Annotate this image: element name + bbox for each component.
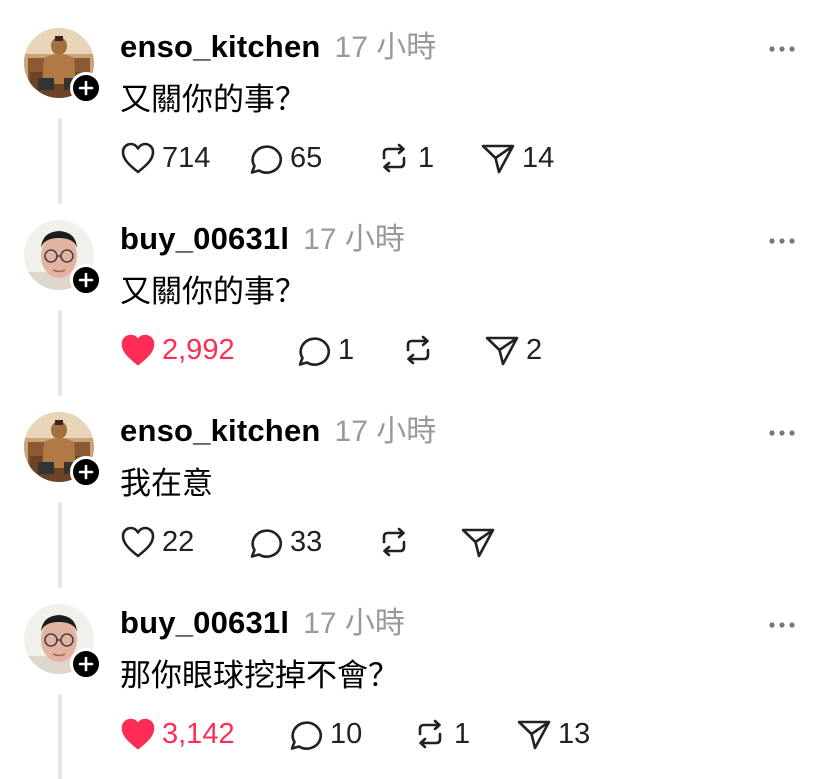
thread-post: buy_00631l 17 小時那你眼球挖掉不會？ 3,142 10 1 13	[0, 576, 828, 779]
like-button[interactable]: 22	[120, 522, 248, 562]
post-header: enso_kitchen 17 小時	[120, 406, 436, 450]
heart-icon	[120, 141, 156, 175]
comment-count: 1	[338, 333, 355, 366]
share-button[interactable]	[460, 522, 540, 562]
heart-filled-icon	[120, 333, 156, 367]
share-count: 13	[558, 717, 591, 750]
follow-plus-icon[interactable]	[70, 264, 102, 296]
thread-feed: enso_kitchen 17 小時 又關你的事？ 714 65 1 14 buy_00631…	[0, 0, 828, 779]
timestamp: 17 小時	[334, 31, 437, 64]
repost-button[interactable]: 1	[412, 714, 516, 754]
post-header: buy_00631l 17 小時	[120, 598, 405, 642]
like-button[interactable]: 2,992	[120, 330, 296, 370]
like-button[interactable]: 714	[120, 138, 248, 178]
repost-count: 1	[418, 141, 435, 174]
share-icon	[484, 333, 520, 367]
more-options-icon[interactable]	[768, 40, 796, 52]
comment-count: 65	[290, 141, 323, 174]
comment-icon	[296, 333, 332, 367]
more-options-icon[interactable]	[768, 424, 796, 436]
like-button[interactable]: 3,142	[120, 714, 288, 754]
comment-icon	[248, 141, 284, 175]
username[interactable]: enso_kitchen	[120, 29, 321, 65]
follow-plus-icon[interactable]	[70, 72, 102, 104]
post-text: 我在意	[120, 466, 213, 501]
thread-line	[58, 694, 62, 779]
share-count: 2	[526, 333, 543, 366]
post-actions: 22 33	[120, 522, 540, 562]
like-count: 22	[162, 525, 195, 558]
post-text: 那你眼球挖掉不會？	[120, 658, 399, 693]
post-actions: 3,142 10 1 13	[120, 714, 596, 754]
post-text: 又關你的事？	[120, 274, 306, 309]
post-header: enso_kitchen 17 小時	[120, 22, 436, 66]
share-count: 14	[522, 141, 555, 174]
comment-count: 33	[290, 525, 323, 558]
comment-count: 10	[330, 717, 363, 750]
comment-button[interactable]: 65	[248, 138, 376, 178]
share-button[interactable]: 13	[516, 714, 596, 754]
share-icon	[480, 141, 516, 175]
repost-button[interactable]: 1	[376, 138, 480, 178]
thread-post: buy_00631l 17 小時又關你的事？ 2,992 1 2	[0, 192, 828, 396]
username[interactable]: enso_kitchen	[120, 413, 321, 449]
like-count: 2,992	[162, 333, 235, 366]
share-icon	[516, 717, 552, 751]
comment-icon	[248, 525, 284, 559]
post-text: 又關你的事？	[120, 82, 306, 117]
post-actions: 714 65 1 14	[120, 138, 560, 178]
repost-icon	[376, 525, 412, 559]
more-options-icon[interactable]	[768, 616, 796, 628]
comment-icon	[288, 717, 324, 751]
thread-post: enso_kitchen 17 小時我在意 22 33	[0, 384, 828, 588]
share-button[interactable]: 14	[480, 138, 560, 178]
post-header: buy_00631l 17 小時	[120, 214, 405, 258]
heart-filled-icon	[120, 717, 156, 751]
post-actions: 2,992 1 2	[120, 330, 564, 370]
follow-plus-icon[interactable]	[70, 456, 102, 488]
timestamp: 17 小時	[334, 415, 437, 448]
repost-count: 1	[454, 717, 471, 750]
share-icon	[460, 525, 496, 559]
username[interactable]: buy_00631l	[120, 221, 289, 257]
repost-icon	[400, 333, 436, 367]
repost-button[interactable]	[400, 330, 484, 370]
repost-icon	[412, 717, 448, 751]
heart-icon	[120, 525, 156, 559]
thread-post: enso_kitchen 17 小時 又關你的事？ 714 65 1 14	[0, 0, 828, 204]
like-count: 714	[162, 141, 211, 174]
comment-button[interactable]: 10	[288, 714, 412, 754]
follow-plus-icon[interactable]	[70, 648, 102, 680]
comment-button[interactable]: 33	[248, 522, 376, 562]
timestamp: 17 小時	[303, 223, 405, 256]
like-count: 3,142	[162, 717, 235, 750]
username[interactable]: buy_00631l	[120, 605, 289, 641]
more-options-icon[interactable]	[768, 232, 796, 244]
comment-button[interactable]: 1	[296, 330, 400, 370]
share-button[interactable]: 2	[484, 330, 564, 370]
repost-button[interactable]	[376, 522, 460, 562]
repost-icon	[376, 141, 412, 175]
timestamp: 17 小時	[303, 607, 405, 640]
